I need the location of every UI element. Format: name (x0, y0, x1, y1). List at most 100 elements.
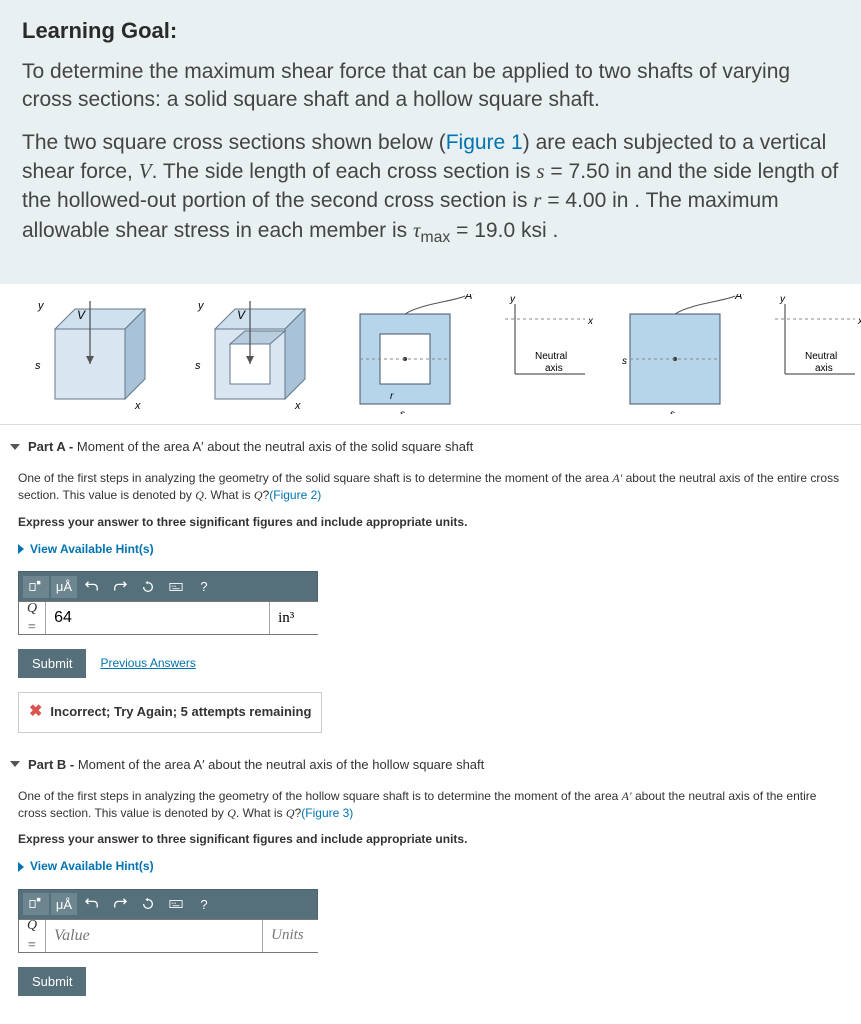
label-Aprime: A′ (464, 294, 475, 302)
input-var-label: Q = (19, 916, 45, 955)
reset-button[interactable] (135, 576, 161, 598)
equation-toolbar: μÅ ? (18, 889, 318, 919)
special-chars-button[interactable]: μÅ (51, 893, 77, 915)
label-V: V (237, 308, 246, 322)
label-y: y (37, 300, 45, 312)
figure-2-link[interactable]: (Figure 2) (269, 488, 321, 502)
help-button[interactable]: ? (191, 576, 217, 598)
label-s: s (400, 409, 405, 414)
view-hints-button[interactable]: View Available Hint(s) (18, 541, 154, 558)
submit-button[interactable]: Submit (18, 649, 86, 678)
keyboard-button[interactable] (163, 893, 189, 915)
part-b-description: One of the first steps in analyzing the … (18, 788, 843, 822)
part-b-instruction: Express your answer to three significant… (18, 831, 843, 848)
var-V: V (139, 159, 152, 183)
part-b-body: One of the first steps in analyzing the … (0, 778, 861, 1020)
intro-text: = 19.0 ksi . (450, 219, 558, 242)
units-input[interactable] (270, 602, 390, 634)
template-button[interactable] (23, 576, 49, 598)
special-chars-button[interactable]: μÅ (51, 576, 77, 598)
keyboard-icon (169, 580, 183, 594)
var-Q: Q (195, 488, 204, 502)
answer-input-row: Q = (18, 601, 318, 635)
part-a-container: Part A - Moment of the area A′ about the… (0, 433, 861, 743)
part-b-title: Part B - Moment of the area A′ about the… (28, 757, 484, 772)
undo-button[interactable] (79, 893, 105, 915)
redo-button[interactable] (107, 893, 133, 915)
label-s: s (670, 409, 675, 414)
keyboard-icon (169, 897, 183, 911)
reset-button[interactable] (135, 893, 161, 915)
help-label: ? (200, 579, 207, 594)
value-input[interactable] (45, 920, 263, 952)
intro-text: The two square cross sections shown belo… (22, 131, 446, 154)
label-x: x (587, 316, 594, 327)
label-neutral: Neutral (805, 351, 837, 362)
submit-button[interactable]: Submit (18, 967, 86, 996)
redo-button[interactable] (107, 576, 133, 598)
label-neutral: Neutral (535, 351, 567, 362)
input-var-label: Q = (19, 599, 45, 638)
label-s: s (35, 360, 41, 372)
label-y: y (509, 294, 516, 305)
value-input[interactable] (45, 602, 270, 634)
solid-shaft-3d-figure: V y x s (15, 294, 165, 414)
hints-label: View Available Hint(s) (30, 858, 154, 875)
intro-paragraph-1: To determine the maximum shear force tha… (22, 58, 839, 115)
undo-icon (85, 897, 99, 911)
part-b-header[interactable]: Part B - Moment of the area A′ about the… (0, 751, 861, 778)
figures-row: V y x s V y x s (0, 284, 861, 425)
part-a-title: Part A - Moment of the area A′ about the… (28, 439, 473, 454)
caret-right-icon (18, 862, 24, 872)
label-Aprime: A′ (734, 294, 745, 302)
desc-text: One of the first steps in analyzing the … (18, 789, 622, 803)
help-button[interactable]: ? (191, 893, 217, 915)
view-hints-button[interactable]: View Available Hint(s) (18, 858, 154, 875)
caret-down-icon[interactable] (10, 761, 20, 767)
figure-1-link[interactable]: Figure 1 (446, 131, 523, 154)
incorrect-x-icon: ✖ (29, 701, 42, 723)
keyboard-button[interactable] (163, 576, 189, 598)
part-b-subtitle: Moment of the area A′ about the neutral … (78, 757, 484, 772)
part-a-subtitle: Moment of the area A′ about the neutral … (77, 439, 473, 454)
help-label: ? (200, 897, 207, 912)
var-A: A′ (622, 789, 632, 803)
label-V: V (77, 308, 86, 322)
label-axis: axis (815, 363, 833, 374)
var-A: A′ (612, 471, 622, 485)
previous-answers-link[interactable]: Previous Answers (100, 655, 195, 672)
undo-icon (85, 580, 99, 594)
reset-icon (141, 897, 155, 911)
axis-sketch-solid: y x Neutral axis (765, 294, 861, 414)
answer-input-panel: μÅ ? Q = (18, 571, 318, 635)
learning-goal-block: Learning Goal: To determine the maximum … (0, 0, 861, 284)
sub-max: max (421, 229, 451, 246)
redo-icon (113, 897, 127, 911)
feedback-text: Incorrect; Try Again; 5 attempts remaini… (50, 703, 311, 721)
units-input[interactable] (263, 920, 383, 952)
caret-down-icon[interactable] (10, 444, 20, 450)
label-s: s (195, 360, 201, 372)
part-a-instruction: Express your answer to three significant… (18, 514, 843, 531)
desc-text: . What is (204, 488, 254, 502)
caret-right-icon (18, 544, 24, 554)
desc-text: One of the first steps in analyzing the … (18, 471, 612, 485)
undo-button[interactable] (79, 576, 105, 598)
mu-a-label: μÅ (53, 579, 75, 594)
intro-text: = 7.50 in (545, 160, 632, 183)
redo-icon (113, 580, 127, 594)
hollow-cross-section-figure: A′ r s (335, 294, 485, 414)
part-a-header[interactable]: Part A - Moment of the area A′ about the… (0, 433, 861, 460)
reset-icon (141, 580, 155, 594)
solid-cross-section-figure: A′ s s (605, 294, 755, 414)
mu-a-label: μÅ (53, 897, 75, 912)
var-tau: τ (413, 218, 421, 242)
template-button[interactable] (23, 893, 49, 915)
label-x: x (134, 400, 141, 412)
label-axis: axis (545, 363, 563, 374)
hints-label: View Available Hint(s) (30, 541, 154, 558)
figure-3-link[interactable]: (Figure 3) (301, 806, 353, 820)
hollow-shaft-3d-figure: V y x s (175, 294, 325, 414)
label-x: x (857, 316, 861, 327)
intro-paragraph-2: The two square cross sections shown belo… (22, 129, 839, 248)
